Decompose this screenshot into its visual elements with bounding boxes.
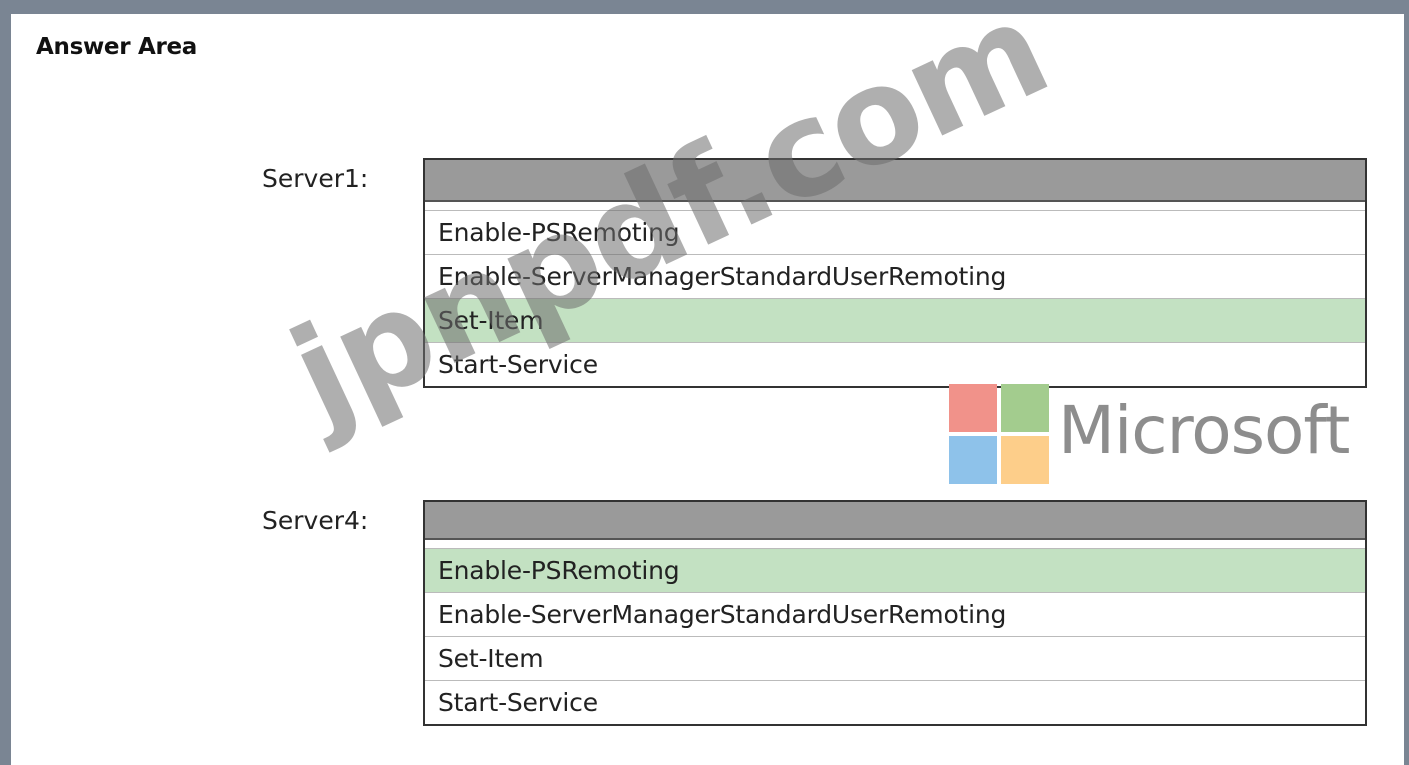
server1-option[interactable]: Enable-PSRemoting [425,210,1365,254]
answer-area-title: Answer Area [36,34,198,60]
frame-left [0,0,11,765]
server1-dropdown-header[interactable] [425,160,1365,202]
frame-top [0,0,1409,14]
server4-option[interactable]: Enable-ServerManagerStandardUserRemoting [425,592,1365,636]
microsoft-logo-icon [949,384,1049,484]
server1-option[interactable]: Set-Item [425,298,1365,342]
server4-options: Enable-PSRemoting Enable-ServerManagerSt… [425,540,1365,724]
server4-option[interactable]: Enable-PSRemoting [425,548,1365,592]
microsoft-wordmark: Microsoft [1058,392,1350,469]
server1-option[interactable]: Enable-ServerManagerStandardUserRemoting [425,254,1365,298]
server1-options: Enable-PSRemoting Enable-ServerManagerSt… [425,202,1365,386]
server4-option[interactable]: Start-Service [425,680,1365,724]
server1-dropdown[interactable]: Enable-PSRemoting Enable-ServerManagerSt… [423,158,1367,388]
server4-dropdown[interactable]: Enable-PSRemoting Enable-ServerManagerSt… [423,500,1367,726]
frame-right [1404,0,1409,765]
server1-option[interactable]: Start-Service [425,342,1365,386]
server1-label: Server1: [262,164,369,193]
server4-label: Server4: [262,506,369,535]
logo-square-yellow [1001,436,1049,484]
logo-square-green [1001,384,1049,432]
logo-square-red [949,384,997,432]
answer-area-page: Answer Area Server1: Enable-PSRemoting E… [0,0,1409,765]
logo-square-blue [949,436,997,484]
server4-option[interactable]: Set-Item [425,636,1365,680]
server4-dropdown-header[interactable] [425,502,1365,540]
